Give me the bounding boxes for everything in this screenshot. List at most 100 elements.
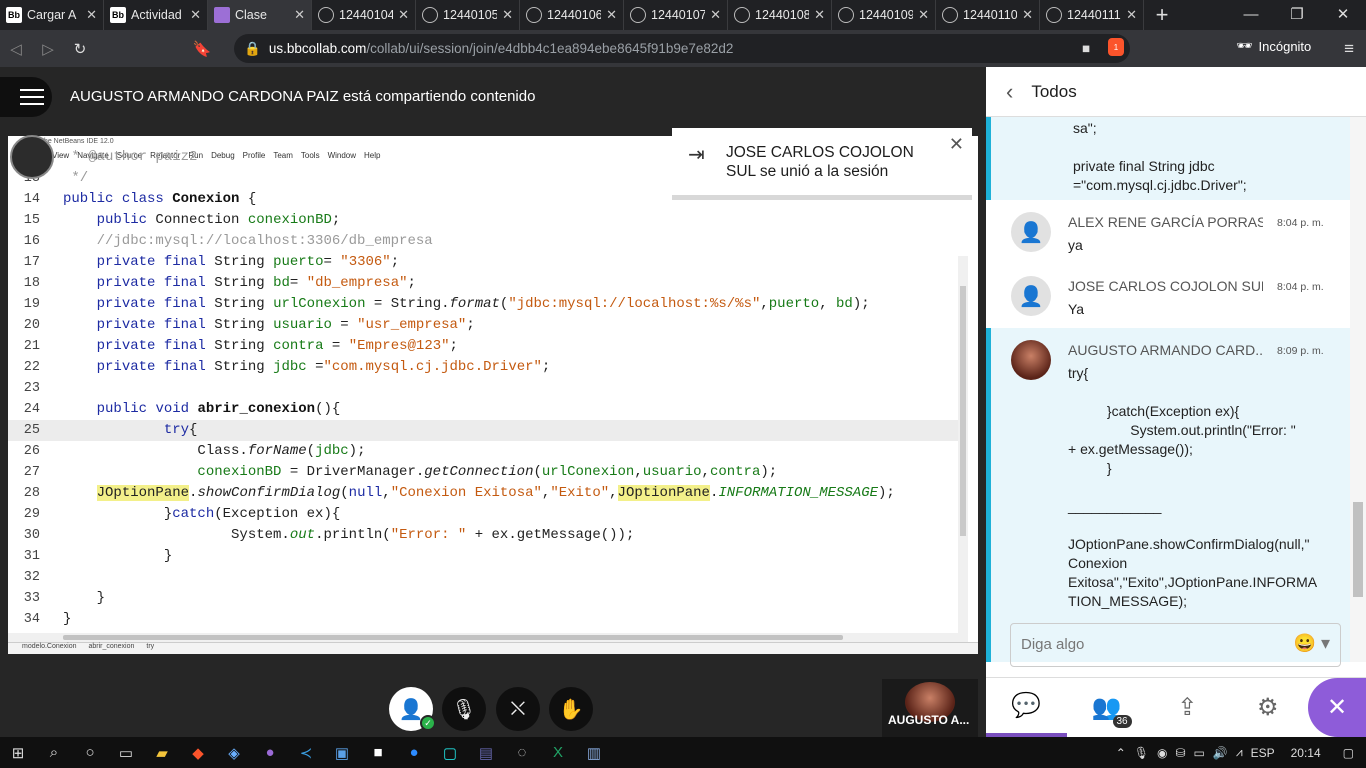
app-icon[interactable]: ◌ (504, 737, 540, 768)
vscode-icon[interactable]: ≺ (288, 737, 324, 768)
message-time: 8:04 p. m. (1277, 217, 1324, 229)
file-explorer-icon[interactable]: ▰ (144, 737, 180, 768)
clion-icon[interactable]: ▢ (432, 737, 468, 768)
mute-button[interactable]: 🎙 (442, 687, 486, 731)
minimize-button[interactable]: — (1228, 0, 1274, 30)
app-icon[interactable]: ◈ (216, 737, 252, 768)
close-tab-icon[interactable]: ✕ (398, 7, 409, 23)
line-number: 15 (23, 213, 40, 228)
brave-shield-icon[interactable]: 1 (1108, 38, 1124, 56)
reload-icon[interactable]: ↻ (64, 40, 96, 58)
browser-tab[interactable]: 124401100 ✕ (936, 0, 1040, 30)
tab-label: 124401100 (963, 8, 1018, 22)
teams-icon[interactable]: ▤ (468, 737, 504, 768)
chrome-icon[interactable]: ◉ (1157, 746, 1167, 760)
windows-start-icon[interactable]: ⊞ (0, 737, 36, 768)
browser-tab[interactable]: 124401080 ✕ (728, 0, 832, 30)
message-body: try{ }catch(Exception ex){ System.out.pr… (1068, 365, 1318, 609)
cortana-icon[interactable]: ○ (72, 737, 108, 768)
excel-icon[interactable]: X (540, 737, 576, 768)
message-item: 👤 ALEX RENE GARCÍA PORRAS 8:04 p. m. ya (986, 200, 1350, 264)
hand-icon: ✋ (558, 698, 584, 721)
close-tab-icon[interactable]: ✕ (502, 7, 513, 23)
close-tab-icon[interactable]: ✕ (814, 7, 825, 23)
line-number: 23 (23, 381, 40, 396)
browser-tab[interactable]: 124401070 ✕ (624, 0, 728, 30)
mic-icon[interactable]: 🎙 (1134, 746, 1149, 760)
enter-icon: ⇥ (688, 144, 705, 166)
close-tab-icon[interactable]: ✕ (606, 7, 617, 23)
intellij-icon[interactable]: ■ (360, 737, 396, 768)
chat-tab[interactable]: 💬 (986, 678, 1067, 737)
tab-label: Actividad (131, 8, 182, 22)
forward-icon[interactable]: ▷ (32, 40, 64, 58)
app-icon[interactable]: ● (252, 737, 288, 768)
zoom-icon[interactable] (10, 135, 54, 179)
wifi-icon[interactable]: ⩘ (1236, 745, 1243, 760)
close-tab-icon[interactable]: ✕ (710, 7, 721, 23)
settings-tab[interactable]: ⚙ (1228, 678, 1309, 737)
battery-icon[interactable]: ▭ (1194, 746, 1205, 760)
browser-menu-icon[interactable]: ≡ (1344, 39, 1354, 59)
volume-icon[interactable]: 🔊 (1213, 746, 1228, 760)
code-line: 18 private final String bd= "db_empresa"… (8, 273, 968, 294)
zoom-app-icon[interactable]: ● (396, 737, 432, 768)
chat-scrollbar[interactable] (1350, 117, 1366, 662)
chat-icon: 💬 (1011, 692, 1042, 719)
globe-icon (422, 7, 438, 23)
close-tab-icon[interactable]: ✕ (294, 7, 305, 23)
maximize-button[interactable]: ❐ (1274, 0, 1320, 30)
session-menu-button[interactable] (0, 77, 52, 117)
app-icon[interactable]: ▣ (324, 737, 360, 768)
close-tab-icon[interactable]: ✕ (1022, 7, 1033, 23)
browser-tab[interactable]: 124401050 ✕ (416, 0, 520, 30)
close-panel-button[interactable]: ✕ (1308, 678, 1366, 737)
browser-tab[interactable]: Bb Actividad ✕ (104, 0, 208, 30)
browser-tab[interactable]: 124401060 ✕ (520, 0, 624, 30)
camera-icon[interactable]: ■ (1082, 41, 1090, 56)
brave-icon[interactable]: ◆ (180, 737, 216, 768)
notifications-icon[interactable]: ▢ (1343, 746, 1354, 760)
code-text: public class Conexion { (63, 191, 257, 207)
notepad-icon[interactable]: ▥ (576, 737, 612, 768)
presenter-thumbnail[interactable]: AUGUSTO A... (882, 679, 978, 737)
blackboard-icon: Bb (110, 7, 126, 23)
task-view-icon[interactable]: ▭ (108, 737, 144, 768)
share-tab[interactable]: ⇪ (1147, 678, 1228, 737)
search-icon[interactable]: ⌕ (36, 737, 72, 768)
tab-label: 124401080 (755, 8, 809, 22)
line-number: 30 (23, 528, 40, 543)
camera-button[interactable]: ⛌ (496, 687, 540, 731)
mic-off-icon: 🎙 (451, 698, 477, 721)
emoji-icon[interactable]: 😀 ▾ (1294, 633, 1330, 654)
participants-tab[interactable]: 👥 36 (1067, 678, 1148, 737)
code-text: try{ (163, 422, 198, 438)
back-icon[interactable]: ◁ (0, 40, 32, 58)
raise-hand-button[interactable]: ✋ (549, 687, 593, 731)
browser-tab[interactable]: 124401040 ✕ (312, 0, 416, 30)
close-icon[interactable]: ✕ (949, 134, 964, 155)
bookmark-icon[interactable]: 🔖 (186, 40, 218, 58)
close-window-button[interactable]: ✕ (1320, 0, 1366, 30)
code-text: } (63, 611, 72, 627)
chat-input[interactable]: Diga algo 😀 ▾ (1010, 623, 1341, 667)
browser-tab[interactable]: Bb Cargar A ✕ (0, 0, 104, 30)
line-number: 27 (23, 465, 40, 480)
close-tab-icon[interactable]: ✕ (190, 7, 201, 23)
browser-tab[interactable]: Clase ✕ (208, 0, 312, 30)
close-tab-icon[interactable]: ✕ (86, 7, 97, 23)
clock[interactable]: 20:14 (1291, 746, 1321, 760)
network-icon[interactable]: ⛁ (1175, 746, 1185, 760)
url-field[interactable]: 🔒 us.bbcollab.com/collab/ui/session/join… (234, 34, 1130, 63)
tab-label: 124401090 (859, 8, 913, 22)
chevron-left-icon[interactable]: ‹ (1006, 79, 1013, 105)
browser-tab[interactable]: 124401090 ✕ (832, 0, 936, 30)
language-indicator[interactable]: ESP (1251, 746, 1275, 760)
close-tab-icon[interactable]: ✕ (1126, 7, 1137, 23)
browser-tab[interactable]: 124401110 ✕ (1040, 0, 1144, 30)
chevron-up-icon[interactable]: ⌃ (1116, 746, 1126, 760)
incognito-indicator[interactable]: 🕶 Incógnito (1236, 38, 1311, 54)
code-text: private final String urlConexion = Strin… (96, 296, 870, 312)
new-tab-button[interactable]: + (1144, 0, 1180, 30)
close-tab-icon[interactable]: ✕ (918, 7, 929, 23)
